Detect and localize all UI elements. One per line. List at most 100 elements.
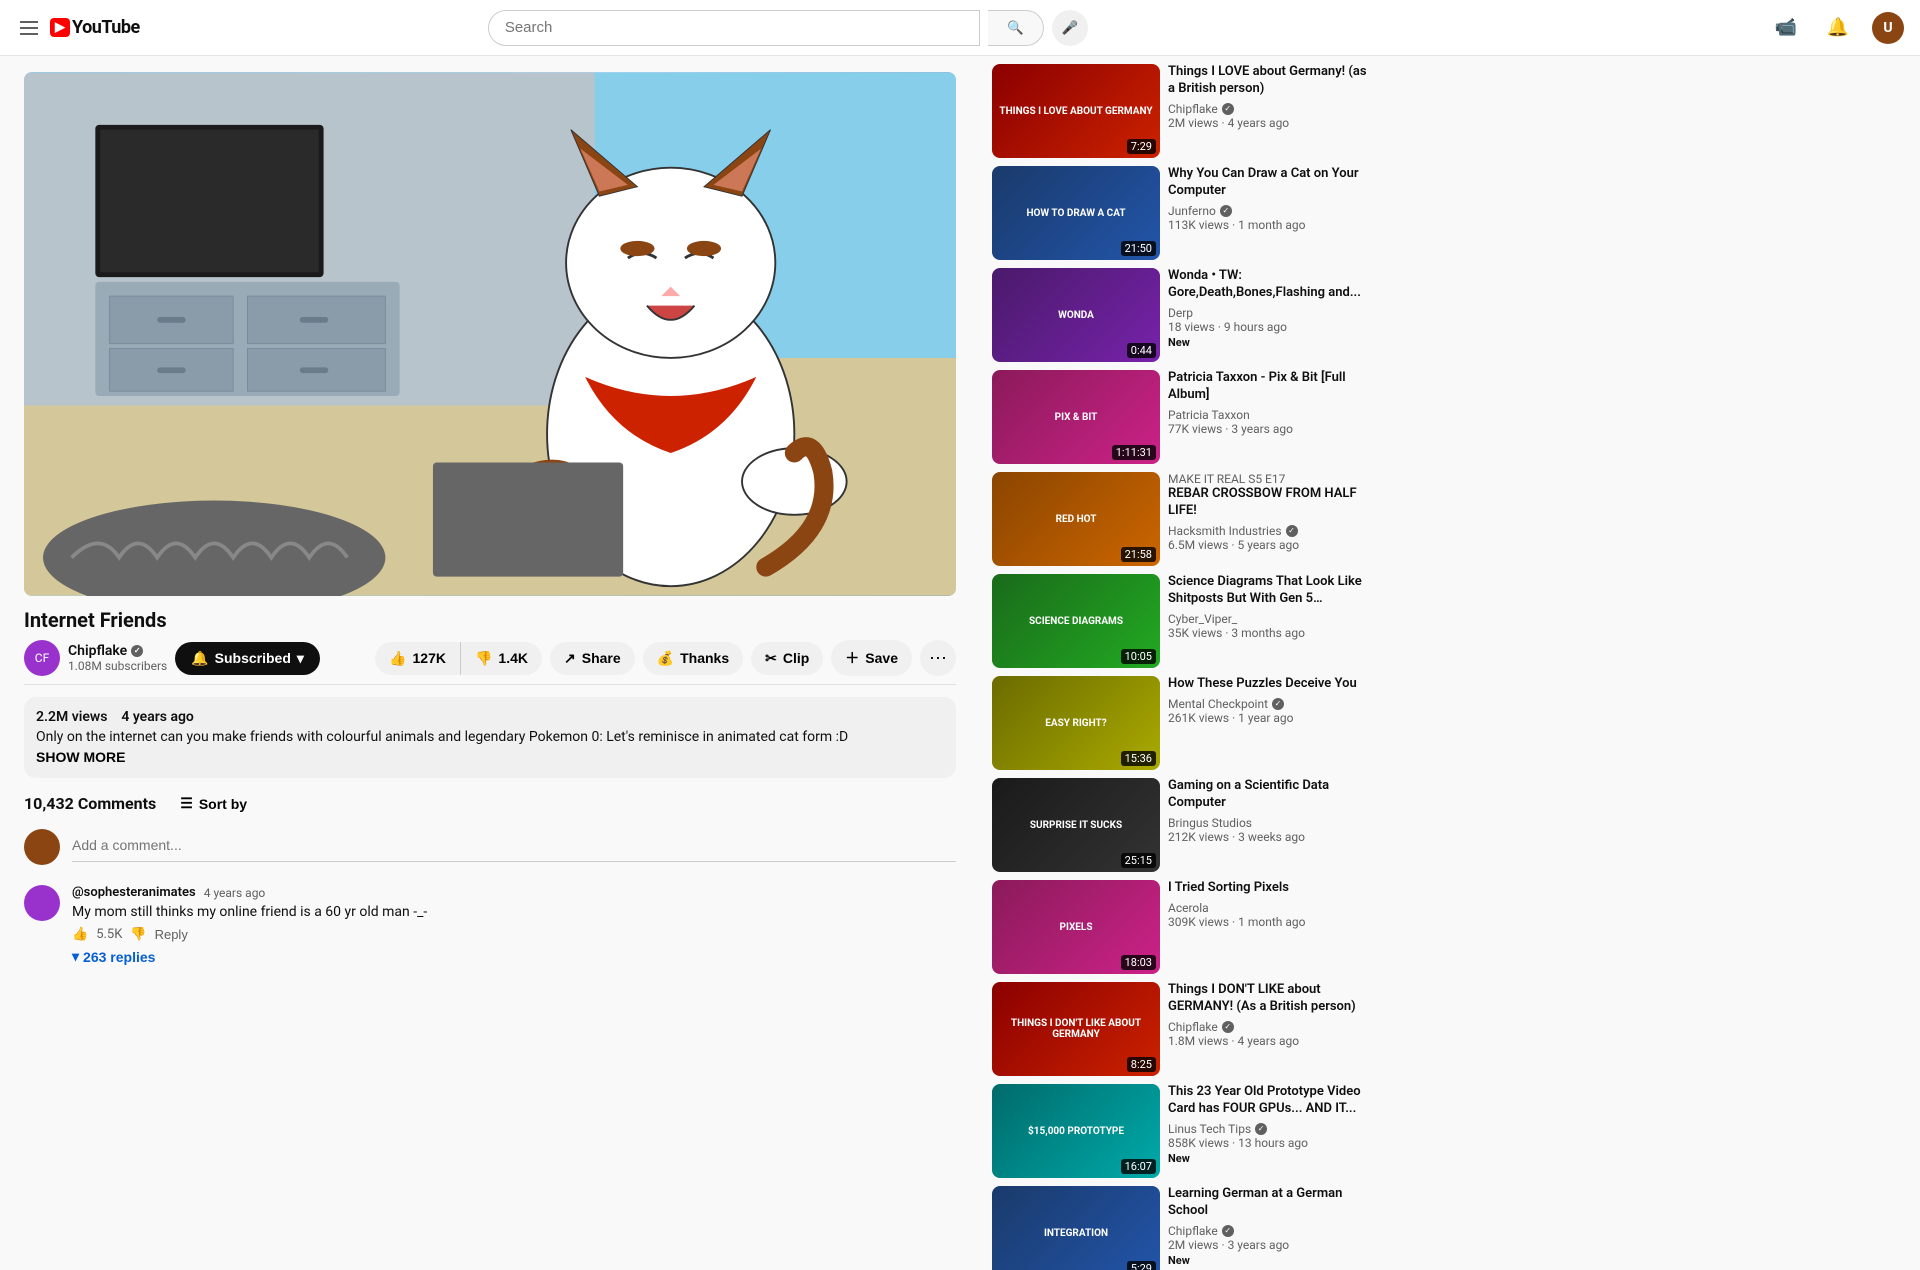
video-duration: 0:44 <box>1127 343 1156 358</box>
sidebar-video-item[interactable]: PIX & BIT 1:11:31 Patricia Taxxon - Pix … <box>992 370 1370 464</box>
youtube-logo[interactable]: ▶ YouTube <box>50 17 140 38</box>
sidebar-video-title: REBAR CROSSBOW FROM HALF LIFE! <box>1168 486 1370 520</box>
subscribe-button[interactable]: 🔔 Subscribed ▾ <box>175 642 320 675</box>
video-duration: 8:25 <box>1127 1057 1156 1072</box>
sidebar-thumbnail: PIX & BIT 1:11:31 <box>992 370 1160 464</box>
user-avatar[interactable]: U <box>1872 12 1904 44</box>
create-icon: 📹 <box>1775 17 1797 38</box>
sidebar-meta: 6.5M views · 5 years ago <box>1168 538 1370 552</box>
sidebar-video-item[interactable]: THINGS I LOVE ABOUT GERMANY 7:29 Things … <box>992 64 1370 158</box>
video-meta-row: CF Chipflake ✓ 1.08M subscribers 🔔 Subsc… <box>24 640 956 685</box>
like-dislike-group: 👍 127K 👎 1.4K <box>375 642 542 675</box>
sidebar-video-info: How These Puzzles Deceive You Mental Che… <box>1168 676 1370 770</box>
sidebar-video-info: MAKE IT REAL S5 E17 REBAR CROSSBOW FROM … <box>1168 472 1370 566</box>
comment-avatar <box>24 885 60 921</box>
sidebar-channel: Derp <box>1168 306 1370 320</box>
sidebar-video-info: Things I LOVE about Germany! (as a Briti… <box>1168 64 1370 158</box>
sidebar-thumbnail: SCIENCE DIAGRAMS 10:05 <box>992 574 1160 668</box>
comment-input[interactable] <box>72 829 956 862</box>
dislike-button[interactable]: 👎 1.4K <box>460 642 542 675</box>
logo-area: ▶ YouTube <box>16 17 140 39</box>
header: ▶ YouTube 🔍 🎤 📹 🔔 U <box>0 0 1920 56</box>
sidebar-video-item[interactable]: HOW TO DRAW A CAT 21:50 Why You Can Draw… <box>992 166 1370 260</box>
notifications-button[interactable]: 🔔 <box>1820 10 1856 46</box>
sidebar-channel-name: Mental Checkpoint <box>1168 697 1268 711</box>
video-duration: 18:03 <box>1121 955 1156 970</box>
comment-thumbs-down-icon: 👎 <box>130 926 146 942</box>
sidebar-channel: Junferno ✓ <box>1168 204 1370 218</box>
sidebar-video-item[interactable]: SCIENCE DIAGRAMS 10:05 Science Diagrams … <box>992 574 1370 668</box>
verified-icon: ✓ <box>131 645 143 657</box>
replies-toggle-button[interactable]: ▾ 263 replies <box>72 948 155 965</box>
more-options-button[interactable]: ⋯ <box>920 640 956 676</box>
sidebar-channel: Linus Tech Tips ✓ <box>1168 1122 1370 1136</box>
show-more-button[interactable]: SHOW MORE <box>36 749 125 765</box>
description-text: Only on the internet can you make friend… <box>36 729 944 745</box>
verified-icon: ✓ <box>1286 525 1298 537</box>
comment-actions: 👍 5.5K 👎 Reply <box>72 926 956 942</box>
sidebar-meta: 77K views · 3 years ago <box>1168 422 1370 436</box>
clip-button[interactable]: ✂ Clip <box>751 642 823 675</box>
search-input[interactable] <box>488 10 980 46</box>
sidebar-video-title: Wonda • TW: Gore,Death,Bones,Flashing an… <box>1168 268 1370 302</box>
sidebar-meta: 18 views · 9 hours ago <box>1168 320 1370 334</box>
like-button[interactable]: 👍 127K <box>375 642 460 675</box>
sidebar-video-item[interactable]: $15,000 PROTOTYPE 16:07 This 23 Year Old… <box>992 1084 1370 1178</box>
current-user-avatar <box>24 829 60 865</box>
video-duration: 21:50 <box>1121 241 1156 256</box>
mic-button[interactable]: 🎤 <box>1052 10 1088 46</box>
comment-body: @sophesteranimates 4 years ago My mom st… <box>72 885 956 965</box>
sidebar-channel-name: Cyber_Viper_ <box>1168 612 1237 626</box>
sidebar-video-item[interactable]: PIXELS 18:03 I Tried Sorting Pixels Acer… <box>992 880 1370 974</box>
sidebar-channel: Chipflake ✓ <box>1168 102 1370 116</box>
save-icon: ＋ <box>845 648 859 668</box>
comment-time: 4 years ago <box>204 886 266 900</box>
sidebar-video-info: Gaming on a Scientific Data Computer Bri… <box>1168 778 1370 872</box>
menu-button[interactable] <box>16 17 42 39</box>
channel-info: CF Chipflake ✓ 1.08M subscribers 🔔 Subsc… <box>24 640 320 676</box>
search-area: 🔍 🎤 <box>488 10 1088 46</box>
thumbs-down-icon: 👎 <box>475 650 492 667</box>
sidebar-meta: 2M views · 3 years ago <box>1168 1238 1370 1252</box>
sort-icon: ☰ <box>180 795 193 812</box>
save-button[interactable]: ＋ Save <box>831 640 912 676</box>
sidebar-video-item[interactable]: RED HOT 21:58 MAKE IT REAL S5 E17 REBAR … <box>992 472 1370 566</box>
sidebar-video-item[interactable]: EASY RIGHT? 15:36 How These Puzzles Dece… <box>992 676 1370 770</box>
sidebar-video-item[interactable]: INTEGRATION 5:29 Learning German at a Ge… <box>992 1186 1370 1270</box>
comment-reply-button[interactable]: Reply <box>155 927 188 942</box>
sidebar-video-info: I Tried Sorting Pixels Acerola 309K view… <box>1168 880 1370 974</box>
create-button[interactable]: 📹 <box>1768 10 1804 46</box>
thanks-button[interactable]: 💰 Thanks <box>643 642 743 675</box>
verified-icon: ✓ <box>1220 205 1232 217</box>
video-duration: 25:15 <box>1121 853 1156 868</box>
comment-dislike-button[interactable]: 👎 <box>130 926 146 942</box>
new-badge: New <box>1168 1254 1190 1267</box>
video-player[interactable] <box>24 72 956 596</box>
description-box[interactable]: 2.2M views 4 years ago Only on the inter… <box>24 697 956 778</box>
sidebar-video-item[interactable]: THINGS I DON'T LIKE ABOUT GERMANY 8:25 T… <box>992 982 1370 1076</box>
sidebar-video-item[interactable]: SURPRISE IT SUCKS 25:15 Gaming on a Scie… <box>992 778 1370 872</box>
sidebar-meta: 261K views · 1 year ago <box>1168 711 1370 725</box>
sidebar-video-title: How These Puzzles Deceive You <box>1168 676 1370 693</box>
sidebar-video-info: This 23 Year Old Prototype Video Card ha… <box>1168 1084 1370 1178</box>
comment-item: @sophesteranimates 4 years ago My mom st… <box>24 885 956 965</box>
video-illustration <box>24 72 956 596</box>
main-content: Internet Friends CF Chipflake ✓ 1.08M su… <box>0 56 980 1270</box>
sort-button[interactable]: ☰ Sort by <box>180 795 247 812</box>
channel-name: Chipflake ✓ <box>68 643 167 659</box>
channel-avatar[interactable]: CF <box>24 640 60 676</box>
comment-thumbs-up-icon: 👍 <box>72 926 88 942</box>
sidebar-thumbnail: EASY RIGHT? 15:36 <box>992 676 1160 770</box>
comments-list: @sophesteranimates 4 years ago My mom st… <box>24 885 956 965</box>
sidebar-video-item[interactable]: WONDA 0:44 Wonda • TW: Gore,Death,Bones,… <box>992 268 1370 362</box>
sidebar-channel-name: Chipflake <box>1168 1020 1218 1034</box>
verified-icon: ✓ <box>1222 103 1234 115</box>
subscribe-bell-icon: 🔔 <box>191 650 208 667</box>
video-duration: 15:36 <box>1121 751 1156 766</box>
share-button[interactable]: ↗ Share <box>550 642 635 675</box>
sidebar-thumbnail: WONDA 0:44 <box>992 268 1160 362</box>
search-button[interactable]: 🔍 <box>988 10 1044 46</box>
comment-text: My mom still thinks my online friend is … <box>72 904 956 920</box>
comments-count: 10,432 Comments <box>24 794 156 813</box>
comment-like-button[interactable]: 👍 <box>72 926 88 942</box>
